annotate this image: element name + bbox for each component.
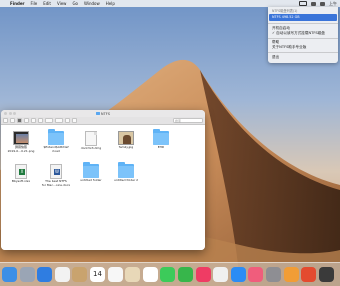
photo-file-icon: [118, 131, 134, 145]
file-name: dock3x3.dmg: [80, 146, 102, 150]
file-name: The best NTFS for Mac...oice.docx: [41, 179, 71, 187]
menu-item-about[interactable]: 关于NTFS助手专业版: [268, 45, 338, 50]
menu-app-name[interactable]: Finder: [10, 0, 25, 7]
itunes-dock-icon[interactable]: [195, 267, 211, 282]
calendar-day: 14: [93, 270, 102, 278]
share-button[interactable]: [65, 118, 70, 123]
trash-ntfs-dock-icon[interactable]: [318, 267, 334, 282]
menu-bar: Finder File Edit View Go Window Help 上午: [0, 0, 340, 7]
file-name: untitled folder 2: [113, 178, 139, 182]
notes-dock-icon[interactable]: [72, 267, 88, 282]
window-titlebar[interactable]: NTFS: [1, 110, 205, 117]
excel-file-icon: [15, 164, 27, 179]
menu-file[interactable]: File: [31, 0, 38, 7]
folder-icon: [48, 129, 64, 145]
file-item[interactable]: untitled folder: [74, 162, 108, 183]
menu-separator: [268, 37, 338, 39]
folder-icon: [95, 112, 100, 115]
news-dock-icon[interactable]: [213, 267, 229, 282]
messages-dock-icon[interactable]: [160, 267, 176, 282]
file-item[interactable]: $Extend$AttrDef rload: [39, 129, 73, 153]
menu-separator: [268, 23, 338, 24]
file-item[interactable]: EHD: [144, 129, 178, 150]
menu-bar-status-area: 上午: [299, 0, 337, 7]
list-view-button[interactable]: [24, 118, 29, 123]
menu-window[interactable]: Window: [84, 0, 100, 7]
finder-toolbar: 搜索: [1, 117, 205, 125]
app-store-dock-icon[interactable]: [230, 267, 246, 282]
file-name: EHD: [157, 145, 165, 149]
window-controls: [4, 112, 16, 115]
zoom-button[interactable]: [13, 112, 16, 115]
ntfs-dropdown-menu: NTFS磁盘列表(1) NTFS 498.52 GB 开机自启动 ✓ 自动以读写…: [268, 7, 338, 63]
folder-icon: [118, 162, 134, 178]
word-file-icon: [50, 164, 62, 179]
file-name: family.jpg: [118, 145, 134, 149]
photos-dock-icon[interactable]: [142, 267, 158, 282]
image-file-icon: [13, 131, 29, 145]
action-gear-button[interactable]: [55, 118, 63, 123]
ntfs-drive-item[interactable]: NTFS 498.52 GB: [269, 14, 337, 21]
menu-go[interactable]: Go: [72, 0, 78, 7]
finder-content: 屏幕快照 2019-0...0.21.png $Extend$AttrDef r…: [1, 125, 205, 250]
forward-button[interactable]: [10, 118, 15, 123]
icon-view-button[interactable]: [17, 118, 22, 123]
file-name: untitled folder: [80, 178, 102, 182]
photos-app-dock-icon[interactable]: [54, 267, 70, 282]
tags-button[interactable]: [72, 118, 77, 123]
search-placeholder: 搜索: [175, 118, 182, 123]
music-dock-icon[interactable]: [248, 267, 264, 282]
contacts-dock-icon[interactable]: [125, 267, 141, 282]
reminders-dock-icon[interactable]: [107, 267, 123, 282]
group-button[interactable]: [45, 118, 53, 123]
close-button[interactable]: [4, 112, 7, 115]
finder-dock-icon[interactable]: [2, 267, 17, 282]
menu-item-auto-mount[interactable]: ✓ 自动以读写方式挂载NTFS磁盘: [268, 31, 338, 36]
file-name: 屏幕快照 2019-0...0.21.png: [7, 145, 35, 153]
facetime-dock-icon[interactable]: [178, 267, 193, 282]
finder-window: NTFS 搜索 屏幕快照 2019-0...0.21.png $Extend$A…: [1, 110, 205, 250]
window-title: NTFS: [95, 111, 111, 116]
wifi-icon[interactable]: [311, 1, 316, 6]
ntfs-status-icon[interactable]: [299, 1, 307, 6]
file-item[interactable]: 屏幕快照 2019-0...0.21.png: [4, 131, 38, 153]
back-button[interactable]: [3, 118, 8, 123]
file-name: Bbysoft.xlsx: [11, 179, 31, 183]
menu-separator: [268, 52, 338, 53]
dock: 14: [0, 262, 340, 286]
folder-icon: [83, 162, 99, 178]
clock[interactable]: 上午: [329, 0, 337, 7]
menu-edit[interactable]: Edit: [43, 0, 51, 7]
file-item[interactable]: untitled folder 2: [109, 162, 143, 183]
file-item[interactable]: dock3x3.dmg: [74, 131, 108, 151]
battery-icon[interactable]: [320, 1, 325, 6]
disk-image-icon: [85, 131, 97, 146]
column-view-button[interactable]: [31, 118, 36, 123]
window-title-text: NTFS: [100, 111, 111, 116]
minimize-button[interactable]: [8, 112, 12, 115]
search-field[interactable]: 搜索: [173, 118, 203, 123]
file-item[interactable]: The best NTFS for Mac...oice.docx: [39, 164, 73, 187]
preferences-dock-icon[interactable]: [266, 267, 281, 282]
books-dock-icon[interactable]: [283, 267, 299, 282]
file-name: $Extend$AttrDef rload: [43, 145, 69, 153]
folder-icon: [153, 129, 169, 145]
file-item[interactable]: family.jpg: [109, 131, 143, 150]
menu-item-quit[interactable]: 退出: [268, 55, 338, 60]
file-item[interactable]: Bbysoft.xlsx: [4, 164, 38, 184]
launchpad-dock-icon[interactable]: [19, 267, 35, 282]
menu-help[interactable]: Help: [106, 0, 115, 7]
safari-dock-icon[interactable]: [37, 267, 53, 282]
calendar-dock-icon[interactable]: 14: [90, 267, 105, 282]
ntfs-helper-dock-icon[interactable]: [301, 267, 317, 282]
gallery-view-button[interactable]: [38, 118, 43, 123]
menu-view[interactable]: View: [57, 0, 67, 7]
